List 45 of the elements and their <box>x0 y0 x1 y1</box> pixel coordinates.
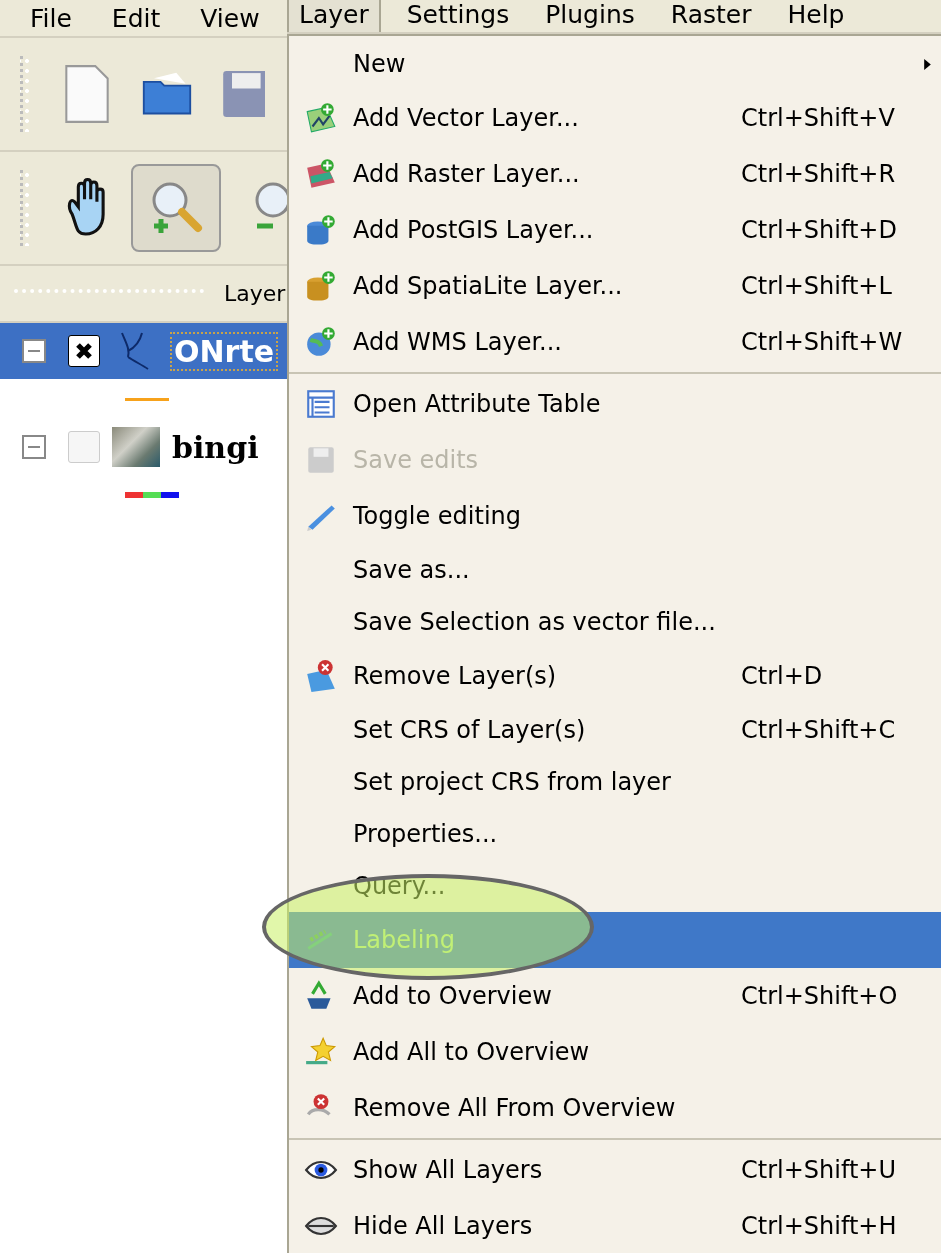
remove-icon <box>304 659 338 693</box>
menu-item[interactable]: Properties... <box>289 808 941 860</box>
layer-checkbox[interactable] <box>68 335 100 367</box>
menu-bar-item[interactable]: Edit <box>111 2 161 36</box>
menu-item[interactable]: Add Vector Layer... Ctrl+Shift+V <box>289 90 941 146</box>
layer-name: ONrte <box>172 333 277 369</box>
panel-title: Layer <box>224 281 286 306</box>
menu-bar-item[interactable]: Help <box>777 0 855 32</box>
menu-bar-item[interactable]: File <box>30 2 72 36</box>
menu-item[interactable]: Add PostGIS Layer... Ctrl+Shift+D <box>289 202 941 258</box>
raster-icon <box>304 157 338 191</box>
layer-row[interactable]: ONrte <box>0 323 287 379</box>
menu-item[interactable]: Remove Layer(s) Ctrl+D <box>289 648 941 704</box>
vector-icon <box>304 101 338 135</box>
raster-thumbnail <box>112 427 160 467</box>
line-symbol <box>125 397 169 401</box>
menu-item[interactable]: Save as... <box>289 544 941 596</box>
menu-item[interactable]: New <box>289 38 941 90</box>
menu-item[interactable]: Add SpatiaLite Layer... Ctrl+Shift+L <box>289 258 941 314</box>
menu-bar-item[interactable]: Raster <box>660 0 762 32</box>
menu-item[interactable]: Set project CRS from layer <box>289 756 941 808</box>
cross-mark-icon <box>74 341 94 361</box>
menu-item[interactable]: Add to Overview Ctrl+Shift+O <box>289 968 941 1024</box>
globe-icon <box>304 325 338 359</box>
menu-item[interactable]: Hide All Layers Ctrl+Shift+H <box>289 1198 941 1253</box>
menu-item[interactable]: Set CRS of Layer(s) Ctrl+Shift+C <box>289 704 941 756</box>
menu-bar-item[interactable]: View <box>200 2 260 36</box>
collapse-icon[interactable] <box>22 435 46 459</box>
menu-bar-item[interactable]: Layer <box>287 0 381 32</box>
menu-item[interactable]: Open Attribute Table <box>289 376 941 432</box>
menu-item[interactable]: Add Raster Layer... Ctrl+Shift+R <box>289 146 941 202</box>
menu-bar-item[interactable]: Plugins <box>535 0 645 32</box>
menu-item[interactable]: Add WMS Layer... Ctrl+Shift+W <box>289 314 941 370</box>
menu-item[interactable]: Remove All From Overview <box>289 1080 941 1136</box>
menu-item[interactable]: Toggle editing <box>289 488 941 544</box>
rgb-symbol <box>125 492 179 498</box>
menu-item[interactable]: Save Selection as vector file... <box>289 596 941 648</box>
menu-bar-item[interactable]: Settings <box>396 0 520 32</box>
layer-row[interactable]: bingi <box>0 419 287 475</box>
collapse-icon[interactable] <box>22 339 46 363</box>
menu-item[interactable]: Add All to Overview <box>289 1024 941 1080</box>
layer-name: bingi <box>172 429 259 465</box>
menu-item[interactable]: Show All Layers Ctrl+Shift+U <box>289 1142 941 1198</box>
zoom-in-button[interactable] <box>131 164 221 252</box>
table-icon <box>304 387 338 421</box>
